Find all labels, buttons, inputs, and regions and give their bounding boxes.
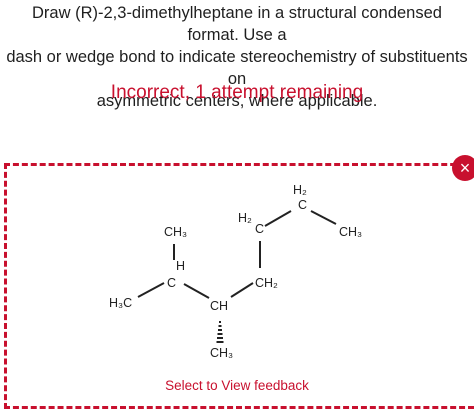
atom-c7-methyl: CH₃	[339, 225, 362, 239]
atom-c6: C	[298, 198, 307, 212]
atom-c4: CH₂	[255, 276, 278, 290]
molecule-structure[interactable]: H₃C C H CH₃ CH CH₃ CH₂ C H₂ C H₂ CH₃	[0, 0, 474, 420]
bond-c2-c3	[183, 283, 210, 299]
atom-c2: C	[167, 276, 176, 290]
view-feedback-link[interactable]: Select to View feedback	[0, 378, 474, 393]
atom-c3-methyl: CH₃	[210, 346, 233, 360]
bond-c5-c6	[264, 210, 292, 227]
atom-c2-methyl: CH₃	[164, 225, 187, 239]
atom-c2-h: H	[176, 259, 185, 273]
bond-c3-c4	[230, 282, 254, 298]
bond-c6-c7	[310, 210, 337, 225]
atom-c5-h2: H₂	[238, 211, 252, 225]
atom-c5: C	[255, 222, 264, 236]
atom-c6-h2: H₂	[293, 183, 307, 197]
dash-bond-c3-methyl	[216, 321, 224, 343]
bond-c1-c2	[137, 282, 165, 298]
atom-h3c-left: H₃C	[109, 296, 132, 310]
atom-c3: CH	[210, 299, 228, 313]
